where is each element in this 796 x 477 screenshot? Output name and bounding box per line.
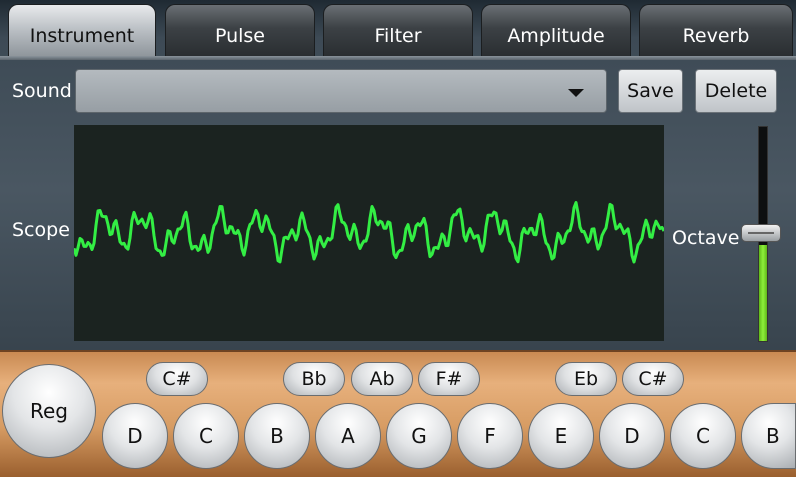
tab-bar: Instrument Pulse Filter Amplitude Reverb: [0, 0, 796, 60]
octave-slider-thumb[interactable]: [741, 224, 781, 242]
white-key[interactable]: D: [599, 403, 665, 469]
black-key[interactable]: Ab: [351, 362, 413, 396]
black-key[interactable]: C#: [146, 362, 208, 396]
tab-label: Instrument: [29, 24, 135, 47]
reg-button[interactable]: Reg: [2, 364, 96, 458]
tab-label: Amplitude: [507, 24, 605, 47]
octave-label: Octave: [672, 227, 740, 249]
tab-label: Filter: [374, 24, 422, 47]
white-key[interactable]: F: [457, 403, 523, 469]
octave-level-fill: [759, 244, 767, 341]
scope-display: [72, 125, 666, 341]
tab-amplitude[interactable]: Amplitude: [481, 4, 631, 56]
chevron-down-icon: [568, 89, 584, 97]
tab-pulse[interactable]: Pulse: [165, 4, 315, 56]
tab-label: Pulse: [214, 24, 266, 47]
black-key[interactable]: Bb: [283, 362, 345, 396]
tab-instrument[interactable]: Instrument: [8, 4, 156, 56]
tab-filter[interactable]: Filter: [323, 4, 473, 56]
white-key[interactable]: E: [528, 403, 594, 469]
waveform-line: [72, 201, 666, 264]
white-key[interactable]: D: [102, 403, 168, 469]
white-key[interactable]: C: [173, 403, 239, 469]
scope-label: Scope: [12, 219, 70, 241]
white-key[interactable]: G: [386, 403, 452, 469]
tab-label: Reverb: [682, 24, 750, 47]
white-key[interactable]: B: [244, 403, 310, 469]
white-key[interactable]: C: [670, 403, 736, 469]
sound-label: Sound: [12, 80, 72, 102]
black-key[interactable]: C#: [622, 362, 684, 396]
waveform-graph: [72, 201, 666, 264]
tab-reverb[interactable]: Reverb: [639, 4, 793, 56]
white-key[interactable]: A: [315, 403, 381, 469]
save-button[interactable]: Save: [618, 69, 683, 113]
sound-dropdown[interactable]: [75, 69, 607, 113]
black-key[interactable]: Eb: [555, 362, 617, 396]
delete-button[interactable]: Delete: [695, 69, 777, 113]
black-key[interactable]: F#: [418, 362, 480, 396]
